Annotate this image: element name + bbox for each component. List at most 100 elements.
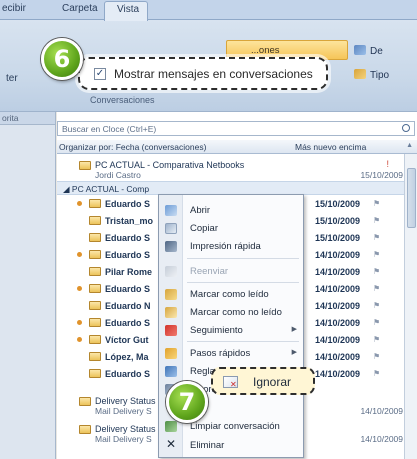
quick-steps-icon <box>165 348 177 359</box>
clean-up-icon <box>165 421 177 432</box>
conversation-date: 15/10/2009 <box>360 170 403 180</box>
flag-icon[interactable]: ⚑ <box>373 199 380 208</box>
chevron-up-icon[interactable]: ▲ <box>406 142 413 149</box>
row-date: 14/10/2009 <box>315 301 361 311</box>
menu-separator <box>187 258 299 259</box>
conversation-item[interactable]: PC ACTUAL - Comparativa Netbooks Jordi C… <box>57 158 417 180</box>
menu-item-copiar[interactable]: Copiar <box>159 219 305 238</box>
ribbon-group-label: Conversaciones <box>90 95 155 105</box>
open-icon <box>165 205 177 216</box>
envelope-icon <box>89 216 101 225</box>
flag-icon[interactable]: ! <box>386 159 389 169</box>
ignore-icon <box>223 376 238 389</box>
envelope-icon <box>89 199 101 208</box>
arrange-bar[interactable]: Organizar por: Fecha (conversaciones) Má… <box>57 140 417 154</box>
row-sender: Eduardo S <box>105 233 151 243</box>
envelope-icon <box>89 335 101 344</box>
flag-icon[interactable]: ⚑ <box>373 301 380 310</box>
row-date: 14/10/2009 <box>315 369 361 379</box>
flag-icon[interactable]: ⚑ <box>373 216 380 225</box>
flag-icon[interactable]: ⚑ <box>373 335 380 344</box>
unread-dot-icon <box>77 252 82 257</box>
unread-dot-icon <box>77 286 82 291</box>
sort-order-label[interactable]: Más nuevo encima <box>295 142 366 152</box>
conversation-date: 14/10/2009 <box>360 434 403 444</box>
row-date: 15/10/2009 <box>315 216 361 226</box>
menu-separator <box>187 282 299 283</box>
row-sender: Pilar Rome <box>105 267 153 277</box>
flag-icon[interactable]: ⚑ <box>373 318 380 327</box>
flag-icon[interactable]: ⚑ <box>373 267 380 276</box>
search-icon[interactable] <box>402 124 410 132</box>
flag-icon[interactable]: ⚑ <box>373 369 380 378</box>
rules-icon <box>165 366 177 377</box>
folder-pane: orita <box>0 112 56 459</box>
unread-dot-icon <box>77 320 82 325</box>
menu-item-eliminar[interactable]: ✕ Eliminar <box>159 436 305 455</box>
search-input[interactable]: Buscar en Cloce (Ctrl+E) <box>57 121 415 136</box>
ribbon-tab-row: ecibir Carpeta Vista <box>0 0 417 21</box>
flag-icon[interactable]: ⚑ <box>373 233 380 242</box>
ignore-callout[interactable]: Ignorar <box>211 367 315 395</box>
envelope-icon <box>79 397 91 406</box>
conversation-sender: Mail Delivery S <box>95 434 152 444</box>
menu-item-reenviar: Reenviar <box>159 262 305 281</box>
flag-icon[interactable]: ⚑ <box>373 352 380 361</box>
step-badge-7: 7 <box>166 381 208 423</box>
flag-icon[interactable]: ⚑ <box>373 250 380 259</box>
arrange-by-label[interactable]: Organizar por: Fecha (conversaciones) <box>59 142 206 152</box>
row-sender: Eduardo S <box>105 284 151 294</box>
row-sender: López, Ma <box>105 352 149 362</box>
mark-read-icon <box>165 289 177 300</box>
envelope-icon <box>89 369 101 378</box>
conversation-sender: Mail Delivery S <box>95 406 152 416</box>
row-date: 15/10/2009 <box>315 199 361 209</box>
show-conversations-label[interactable]: Mostrar mensajes en conversaciones <box>114 67 313 81</box>
conversation-subject: PC ACTUAL - Comparativa Netbooks <box>95 160 245 170</box>
tab-vista[interactable]: Vista <box>104 1 148 21</box>
conversation-date: 14/10/2009 <box>360 406 403 416</box>
checkbox-icon[interactable]: ✓ <box>94 68 106 80</box>
row-sender: Eduardo N <box>105 301 151 311</box>
arrange-by-from-button[interactable]: De <box>354 45 383 57</box>
unread-dot-icon <box>77 201 82 206</box>
envelope-icon <box>89 284 101 293</box>
menu-item-marcar-no-leido[interactable]: Marcar como no leído <box>159 303 305 322</box>
row-sender: Víctor Gut <box>105 335 149 345</box>
conversation-subject: Delivery Status <box>95 396 156 406</box>
envelope-icon <box>89 233 101 242</box>
menu-item-abrir[interactable]: Abrir <box>159 201 305 220</box>
print-icon <box>165 241 177 252</box>
row-sender: Eduardo S <box>105 250 151 260</box>
envelope-icon <box>89 318 101 327</box>
row-date: 14/10/2009 <box>315 267 361 277</box>
scrollbar[interactable] <box>404 154 417 459</box>
envelope-icon <box>79 161 91 170</box>
flag-icon <box>165 325 177 336</box>
flag-icon[interactable]: ⚑ <box>373 284 380 293</box>
conversation-subject: Delivery Status <box>95 424 156 434</box>
menu-item-marcar-leido[interactable]: Marcar como leído <box>159 285 305 304</box>
tab-carpeta[interactable]: Carpeta <box>62 3 98 14</box>
arrange-by-type-button[interactable]: Tipo <box>354 69 389 81</box>
conversation-sender: Jordi Castro <box>95 170 141 180</box>
row-date: 14/10/2009 <box>315 284 361 294</box>
row-sender: Eduardo S <box>105 199 151 209</box>
menu-item-pasos-rapidos[interactable]: Pasos rápidos ▶ <box>159 344 305 363</box>
envelope-icon <box>89 352 101 361</box>
forward-icon <box>165 266 177 277</box>
menu-item-impresion-rapida[interactable]: Impresión rápida <box>159 237 305 256</box>
row-date: 14/10/2009 <box>315 335 361 345</box>
menu-item-seguimiento[interactable]: Seguimiento ▶ <box>159 321 305 340</box>
ignore-callout-label[interactable]: Ignorar <box>253 375 291 389</box>
envelope-icon <box>79 425 91 434</box>
menu-separator <box>187 341 299 342</box>
scrollbar-thumb[interactable] <box>407 168 416 228</box>
conversation-group-header[interactable]: ◢ PC ACTUAL - Comp <box>57 181 417 195</box>
row-sender: Eduardo S <box>105 369 151 379</box>
show-conversations-callout[interactable]: ✓ Mostrar mensajes en conversaciones <box>78 57 328 90</box>
folder-pane-header[interactable]: orita <box>0 112 55 125</box>
tab-recibir[interactable]: ecibir <box>2 3 26 14</box>
ribbon-left-label: ter <box>6 73 18 84</box>
type-icon <box>354 69 366 79</box>
